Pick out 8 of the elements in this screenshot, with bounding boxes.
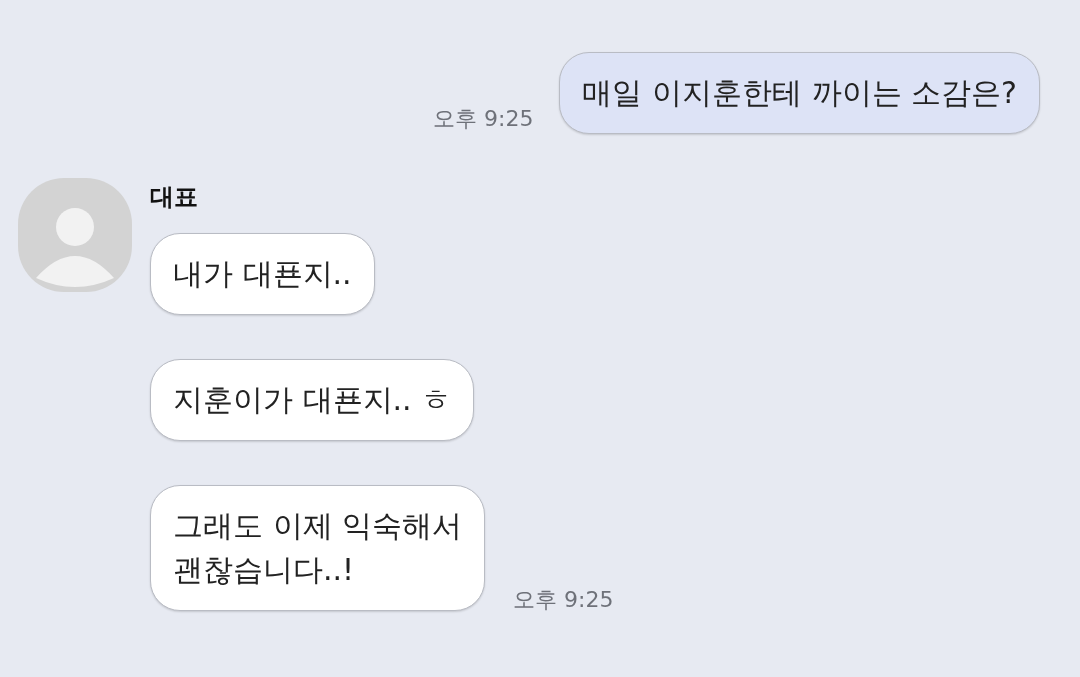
received-message-bubble: 지훈이가 대푠지.. ㅎ [150,359,475,441]
received-message-bubble: 내가 대푠지.. [150,233,375,315]
sent-message-bubble: 매일 이지훈한테 까이는 소감은? [559,52,1040,134]
message-time: 오후 9:25 [513,586,614,614]
sender-name: 대표 [150,182,198,213]
received-message-bubble: 그래도 이제 익숙해서 괜찮습니다..! [150,485,486,611]
avatar-icon [18,178,132,292]
message-time: 오후 9:25 [433,105,534,133]
